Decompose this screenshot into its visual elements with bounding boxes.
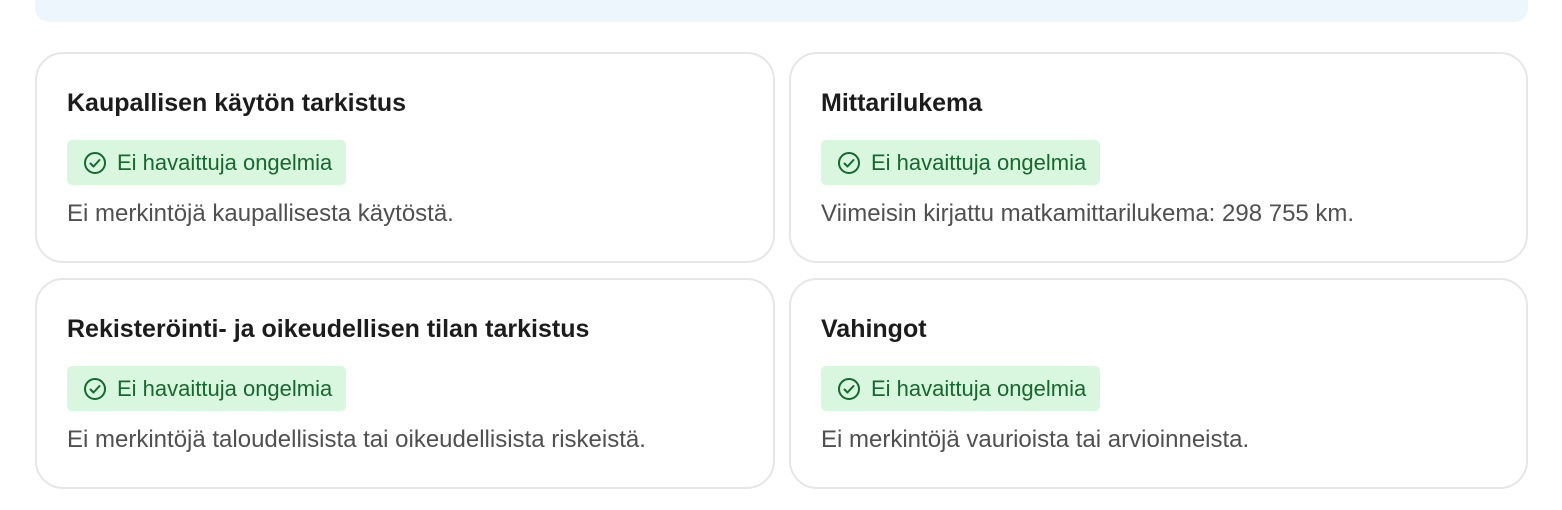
check-circle-icon	[84, 151, 106, 174]
card-commercial-use-check: Kaupallisen käytön tarkistus Ei havaittu…	[35, 52, 775, 263]
card-damages: Vahingot Ei havaittuja ongelmia Ei merki…	[789, 278, 1528, 489]
card-title: Mittarilukema	[821, 89, 983, 117]
check-circle-icon	[838, 377, 860, 400]
card-registration-legal-check: Rekisteröinti- ja oikeudellisen tilan ta…	[35, 278, 775, 489]
card-title: Kaupallisen käytön tarkistus	[67, 89, 407, 117]
status-text: Ei havaittuja ongelmia	[871, 149, 1087, 175]
card-description: Viimeisin kirjattu matkamittarilukema: 2…	[821, 200, 1355, 227]
status-text: Ei havaittuja ongelmia	[871, 375, 1087, 401]
card-title: Rekisteröinti- ja oikeudellisen tilan ta…	[67, 315, 590, 343]
card-title: Vahingot	[821, 315, 927, 343]
check-circle-icon	[84, 377, 106, 400]
info-banner	[35, 0, 1528, 22]
status-badge: Ei havaittuja ongelmia	[821, 366, 1101, 411]
status-text: Ei havaittuja ongelmia	[117, 149, 333, 175]
status-text: Ei havaittuja ongelmia	[117, 375, 333, 401]
card-description: Ei merkintöjä vaurioista tai arvioinneis…	[821, 426, 1250, 453]
card-description: Ei merkintöjä taloudellisista tai oikeud…	[67, 426, 646, 453]
check-circle-icon	[838, 151, 860, 174]
status-badge: Ei havaittuja ongelmia	[67, 140, 347, 185]
card-odometer-reading: Mittarilukema Ei havaittuja ongelmia Vii…	[789, 52, 1528, 263]
status-badge: Ei havaittuja ongelmia	[67, 366, 347, 411]
status-badge: Ei havaittuja ongelmia	[821, 140, 1101, 185]
card-description: Ei merkintöjä kaupallisesta käytöstä.	[67, 200, 454, 227]
